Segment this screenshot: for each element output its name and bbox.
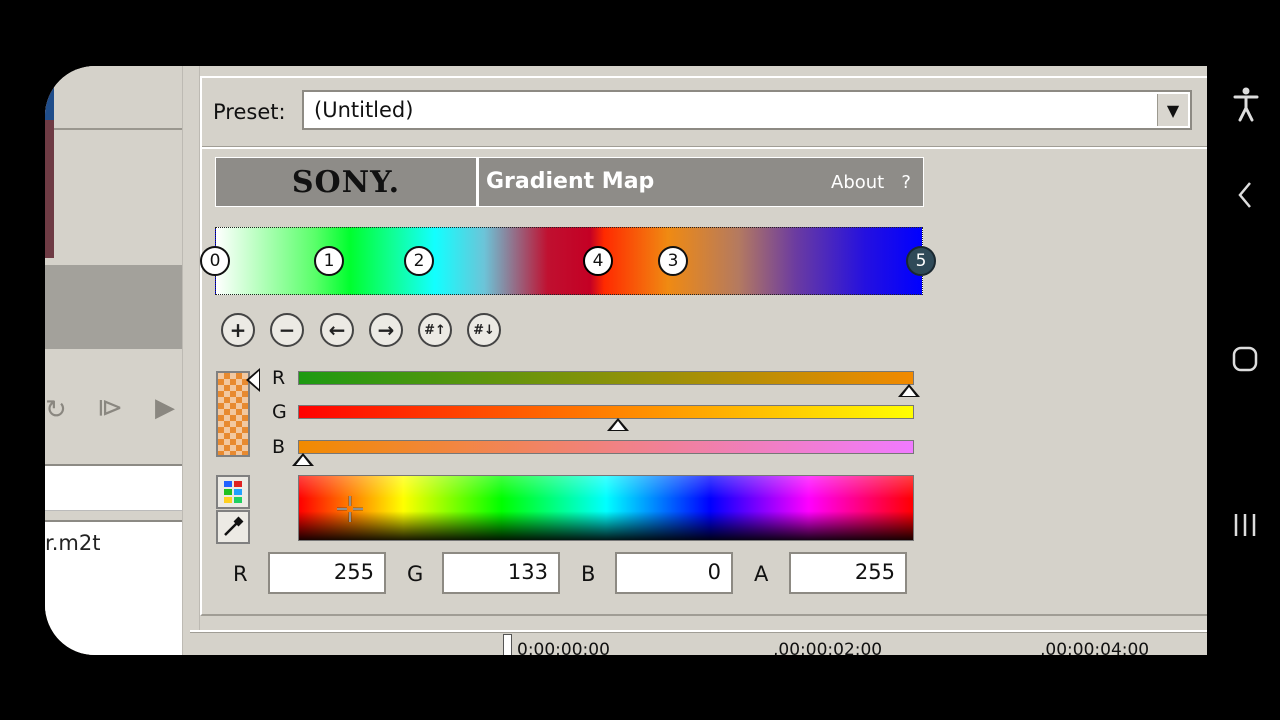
- a-value: 255: [854, 560, 895, 584]
- distribute-down-icon: #↓: [473, 322, 495, 338]
- r-slider-thumb[interactable]: [898, 384, 920, 397]
- r-value-field[interactable]: 255: [268, 552, 386, 594]
- g-slider-thumb[interactable]: [607, 418, 630, 431]
- eyedropper-icon: [224, 516, 244, 536]
- left-panel-gray-area: [45, 265, 182, 349]
- minus-icon: −: [278, 318, 296, 342]
- recents-icon[interactable]: [1232, 512, 1258, 538]
- g-value: 133: [507, 560, 548, 584]
- r-channel-label: R: [272, 367, 286, 389]
- timeline-mark: 0:00:00:00: [517, 640, 610, 655]
- gradient-stop[interactable]: 0: [200, 246, 230, 276]
- plugin-header: SONY. Gradient Map About ?: [215, 157, 924, 207]
- plus-icon: +: [229, 318, 247, 342]
- about-label[interactable]: About: [831, 172, 884, 193]
- about-link[interactable]: About ?: [831, 172, 911, 193]
- accessibility-icon[interactable]: [1232, 86, 1260, 122]
- palette-icon: [224, 481, 242, 503]
- remove-stop-button[interactable]: −: [270, 313, 304, 347]
- timeline-mark: ,00:00:02:00: [773, 640, 883, 655]
- g-value-field[interactable]: 133: [442, 552, 560, 594]
- gradient-stop[interactable]: 1: [314, 246, 344, 276]
- swatch-pointer-inner: [249, 371, 259, 389]
- transport-controls: ↻ ⧐ ▶: [45, 391, 182, 431]
- r-value-label: R: [233, 562, 248, 586]
- help-icon[interactable]: ?: [901, 172, 911, 193]
- distribute-up-icon: #↑: [424, 322, 446, 338]
- file-list: r.m2t: [45, 520, 182, 655]
- play-icon[interactable]: ⧐: [97, 393, 123, 423]
- a-value-label: A: [754, 562, 769, 586]
- timeline-mark: ,00:00:04:00: [1040, 640, 1150, 655]
- b-channel-label: B: [272, 436, 286, 458]
- left-panel-field[interactable]: [45, 464, 182, 511]
- gradient-bar[interactable]: 0 1 2 4 3 5: [200, 227, 936, 295]
- play-next-icon[interactable]: ▶: [155, 393, 175, 423]
- left-panel: ↻ ⧐ ▶ r.m2t: [45, 66, 182, 655]
- arrow-right-icon: →: [377, 318, 395, 342]
- media-thumbnail-top: [45, 80, 54, 120]
- r-slider[interactable]: [298, 371, 914, 385]
- g-slider[interactable]: [298, 405, 914, 419]
- b-value-field[interactable]: 0: [615, 552, 733, 594]
- color-swatch[interactable]: [216, 371, 250, 457]
- distribute-up-button[interactable]: #↑: [418, 313, 452, 347]
- add-stop-button[interactable]: +: [221, 313, 255, 347]
- preset-dropdown[interactable]: (Untitled) ▼: [302, 90, 1192, 130]
- gradient-stop[interactable]: 2: [404, 246, 434, 276]
- move-left-button[interactable]: ←: [320, 313, 354, 347]
- home-icon[interactable]: [1231, 345, 1259, 373]
- palette-button[interactable]: [216, 475, 250, 509]
- b-slider[interactable]: [298, 440, 914, 454]
- gradient-stop-selected[interactable]: 4: [583, 246, 613, 276]
- eyedropper-button[interactable]: [216, 510, 250, 544]
- b-value: 0: [707, 560, 721, 584]
- plugin-title: Gradient Map: [486, 169, 655, 194]
- timeline-cursor[interactable]: [503, 634, 512, 655]
- distribute-down-button[interactable]: #↓: [467, 313, 501, 347]
- separator: [202, 146, 1207, 149]
- preset-label: Preset:: [213, 100, 286, 124]
- gradient-stop[interactable]: 5: [906, 246, 936, 276]
- loop-icon[interactable]: ↻: [45, 395, 67, 425]
- crosshair-icon[interactable]: [335, 494, 365, 524]
- move-right-button[interactable]: →: [369, 313, 403, 347]
- left-panel-header: [45, 66, 182, 130]
- arrow-left-icon: ←: [328, 318, 346, 342]
- b-slider-thumb[interactable]: [292, 453, 314, 466]
- panel-divider[interactable]: [182, 66, 200, 655]
- g-value-label: G: [407, 562, 424, 586]
- b-value-label: B: [581, 562, 596, 586]
- sony-logo: SONY.: [216, 158, 479, 206]
- a-value-field[interactable]: 255: [789, 552, 907, 594]
- preset-value: (Untitled): [314, 98, 414, 122]
- file-list-item[interactable]: r.m2t: [45, 531, 100, 555]
- plugin-panel: Preset: (Untitled) ▼ SONY. Gradient Map …: [200, 76, 1207, 616]
- color-spectrum[interactable]: [298, 475, 914, 541]
- app-window: ↻ ⧐ ▶ r.m2t Preset: (Untitled) ▼ SONY. G…: [45, 66, 1207, 655]
- g-channel-label: G: [272, 401, 287, 423]
- dropdown-arrow-icon[interactable]: ▼: [1157, 94, 1188, 126]
- r-value: 255: [333, 560, 374, 584]
- back-icon[interactable]: [1236, 180, 1256, 210]
- gradient-stop[interactable]: 3: [658, 246, 688, 276]
